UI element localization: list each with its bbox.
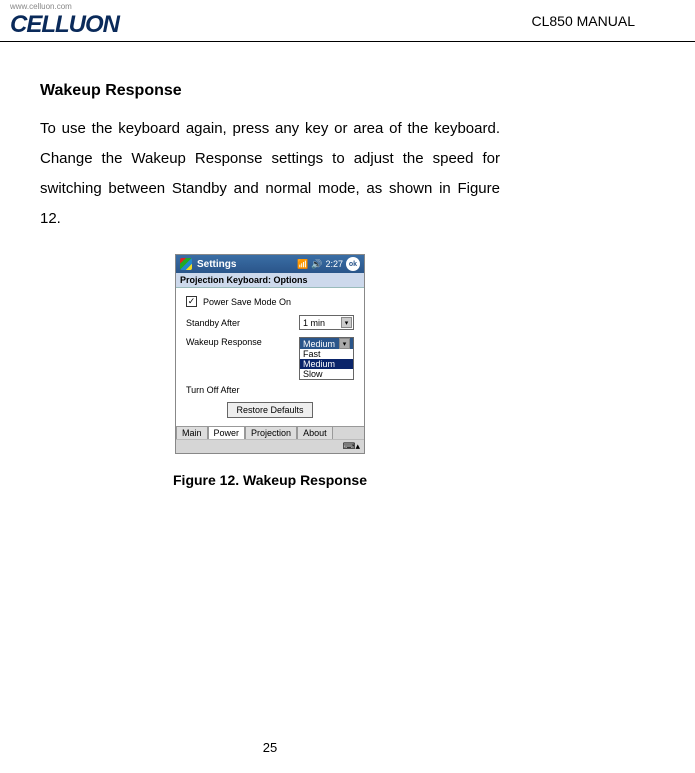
tab-projection[interactable]: Projection	[245, 426, 297, 439]
chevron-down-icon: ▾	[339, 338, 350, 349]
wakeup-option-slow[interactable]: Slow	[300, 369, 353, 379]
row-powersave: ✓ Power Save Mode On	[186, 296, 354, 307]
row-wakeup: Wakeup Response Medium ▾ Fast Medium Slo…	[186, 337, 354, 380]
tab-about[interactable]: About	[297, 426, 333, 439]
standby-value: 1 min	[303, 318, 325, 328]
wakeup-option-medium[interactable]: Medium	[300, 359, 353, 369]
content-area: Wakeup Response To use the keyboard agai…	[0, 42, 560, 488]
clock-text: 2:27	[325, 259, 343, 269]
figure-wrap: Settings 📶 🔊 2:27 ok Projection Keyboard…	[40, 254, 500, 488]
row-standby: Standby After 1 min ▾	[186, 315, 354, 330]
section-title: Wakeup Response	[40, 82, 500, 100]
status-area: 📶 🔊 2:27 ok	[297, 257, 360, 271]
figure-caption: Figure 12. Wakeup Response	[173, 472, 367, 488]
start-icon	[180, 258, 192, 270]
brand-logo: CELLUON	[10, 11, 119, 39]
ok-button[interactable]: ok	[346, 257, 360, 271]
keyboard-icon[interactable]: ⌨▴	[342, 441, 360, 452]
row-turnoff: Turn Off After	[186, 385, 354, 395]
manual-title: CL850 MANUAL	[532, 13, 636, 29]
powersave-checkbox[interactable]: ✓	[186, 296, 197, 307]
sip-bar: ⌨▴	[176, 439, 364, 453]
standby-select[interactable]: 1 min ▾	[299, 315, 354, 330]
page-number: 25	[0, 740, 540, 755]
screenshot-title: Settings	[197, 259, 236, 270]
page-header: www.celluon.com CELLUON CL850 MANUAL	[0, 0, 695, 42]
chevron-down-icon: ▾	[341, 317, 352, 328]
wakeup-label: Wakeup Response	[186, 337, 293, 347]
wakeup-select[interactable]: Medium ▾ Fast Medium Slow	[299, 337, 354, 380]
screenshot-titlebar: Settings 📶 🔊 2:27 ok	[176, 255, 364, 273]
tab-power[interactable]: Power	[208, 426, 246, 439]
speaker-icon: 🔊	[311, 259, 322, 270]
screenshot-subtitle: Projection Keyboard: Options	[176, 273, 364, 288]
brand-block: www.celluon.com CELLUON	[10, 2, 119, 39]
powersave-label: Power Save Mode On	[203, 297, 291, 307]
wakeup-selected: Medium ▾	[300, 338, 353, 349]
turnoff-label: Turn Off After	[186, 385, 354, 395]
screenshot-body: ✓ Power Save Mode On Standby After 1 min…	[176, 288, 364, 426]
screenshot-tabs: Main Power Projection About	[176, 426, 364, 439]
wakeup-option-fast[interactable]: Fast	[300, 349, 353, 359]
brand-url: www.celluon.com	[10, 2, 119, 11]
standby-label: Standby After	[186, 318, 293, 328]
antenna-icon: 📶	[297, 259, 308, 270]
restore-defaults-button[interactable]: Restore Defaults	[227, 402, 312, 418]
section-body: To use the keyboard again, press any key…	[40, 114, 500, 234]
device-screenshot: Settings 📶 🔊 2:27 ok Projection Keyboard…	[175, 254, 365, 454]
tab-main[interactable]: Main	[176, 426, 208, 439]
